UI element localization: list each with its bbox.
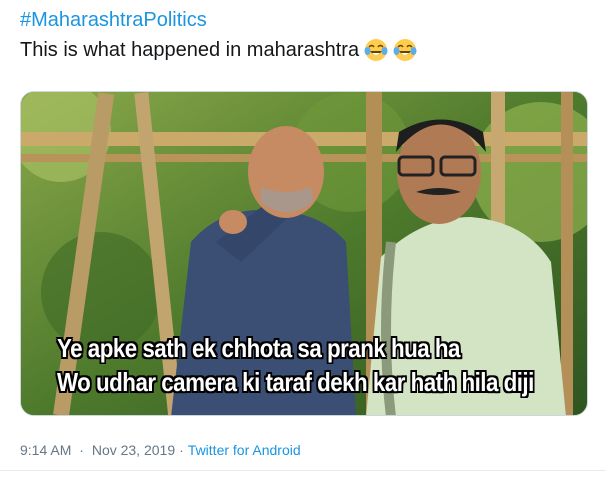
meme-caption-line-2: Wo udhar camera ki taraf dekh kar hath h… xyxy=(57,367,534,397)
tweet-body: This is what happened in maharashtra xyxy=(20,38,360,61)
tweet-date: Nov 23, 2019 xyxy=(91,442,176,458)
tweet-timestamp-link[interactable]: 9:14 AM · Nov 23, 2019 xyxy=(20,442,175,458)
meme-caption-line-1: Ye apke sath ek chhota sa prank hua ha xyxy=(57,333,460,363)
tweet-metadata: 9:14 AM · Nov 23, 2019 · Twitter for And… xyxy=(20,442,301,458)
tweet: #MaharashtraPolitics This is what happen… xyxy=(0,0,606,478)
tweet-source-link[interactable]: Twitter for Android xyxy=(188,442,301,458)
divider xyxy=(0,470,606,471)
hashtag-link[interactable]: #MaharashtraPolitics xyxy=(20,9,207,32)
tweet-time: 9:14 AM xyxy=(20,442,72,458)
tweet-text: This is what happened in maharashtra xyxy=(20,38,417,62)
separator: · xyxy=(79,442,84,458)
face-with-tears-of-joy-icon xyxy=(393,39,417,61)
separator: · xyxy=(179,442,184,458)
tweet-media-image[interactable]: Ye apke sath ek chhota sa prank hua ha W… xyxy=(20,91,588,416)
face-with-tears-of-joy-icon xyxy=(364,39,388,61)
